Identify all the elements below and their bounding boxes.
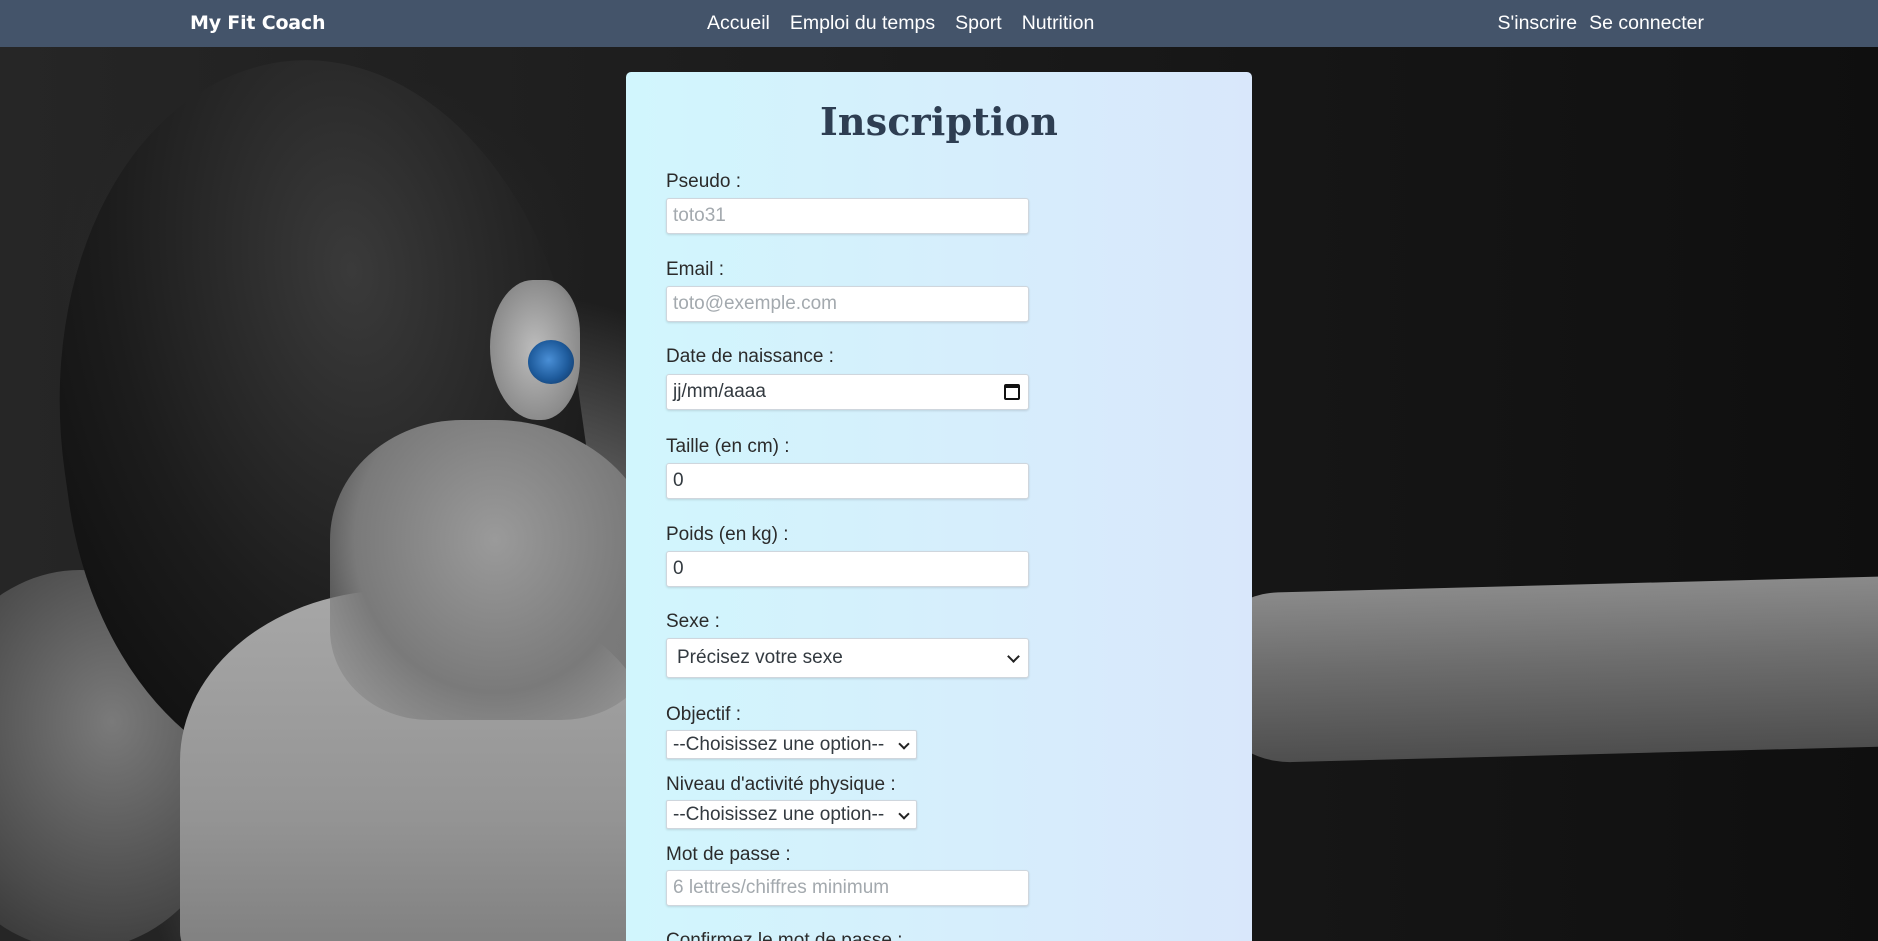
activity-selected-value: --Choisissez une option-- <box>673 804 885 825</box>
goal-label: Objectif : <box>666 704 741 725</box>
nav-link-sport[interactable]: Sport <box>955 12 1002 35</box>
pseudo-label: Pseudo : <box>666 171 741 192</box>
pseudo-placeholder: toto31 <box>673 205 726 226</box>
top-navbar: My Fit Coach Accueil Emploi du temps Spo… <box>0 0 1878 47</box>
goal-selected-value: --Choisissez une option-- <box>673 734 885 755</box>
sex-selected-value: Précisez votre sexe <box>677 647 843 668</box>
background-arm <box>1197 575 1878 765</box>
password-placeholder: 6 lettres/chiffres minimum <box>673 877 890 898</box>
nav-link-accueil[interactable]: Accueil <box>707 12 770 35</box>
background-earbud <box>528 340 574 384</box>
birthdate-label: Date de naissance : <box>666 346 834 367</box>
email-input[interactable]: toto@exemple.com <box>666 286 1029 322</box>
chevron-down-icon <box>898 737 910 750</box>
birthdate-value: jj/mm/aaaa <box>673 381 766 402</box>
chevron-down-icon <box>1007 650 1020 663</box>
auth-nav: S'inscrire Se connecter <box>1498 12 1704 35</box>
calendar-icon[interactable] <box>1004 384 1020 400</box>
height-value: 0 <box>673 470 684 491</box>
password-label: Mot de passe : <box>666 844 791 865</box>
nav-link-emploi-du-temps[interactable]: Emploi du temps <box>790 12 935 35</box>
sex-select[interactable]: Précisez votre sexe <box>666 638 1029 678</box>
signup-form-card: Inscription Pseudo : toto31 Email : toto… <box>626 72 1252 941</box>
signup-link[interactable]: S'inscrire <box>1498 12 1578 35</box>
weight-value: 0 <box>673 558 684 579</box>
goal-select[interactable]: --Choisissez une option-- <box>666 730 917 759</box>
chevron-down-icon <box>898 807 910 820</box>
height-input[interactable]: 0 <box>666 463 1029 499</box>
weight-label: Poids (en kg) : <box>666 524 789 545</box>
weight-input[interactable]: 0 <box>666 551 1029 587</box>
activity-select[interactable]: --Choisissez une option-- <box>666 800 917 829</box>
form-title: Inscription <box>819 99 1059 144</box>
main-nav: Accueil Emploi du temps Sport Nutrition <box>707 12 1094 35</box>
activity-label: Niveau d'activité physique : <box>666 774 896 795</box>
background-neck <box>330 420 660 720</box>
nav-link-nutrition[interactable]: Nutrition <box>1022 12 1095 35</box>
email-label: Email : <box>666 259 725 280</box>
login-link[interactable]: Se connecter <box>1589 12 1704 35</box>
confirm-password-label: Confirmez le mot de passe : <box>666 930 903 941</box>
birthdate-input[interactable]: jj/mm/aaaa <box>666 374 1029 410</box>
brand-logo-link[interactable]: My Fit Coach <box>190 12 326 34</box>
email-placeholder: toto@exemple.com <box>673 293 837 314</box>
sex-label: Sexe : <box>666 611 720 632</box>
password-input[interactable]: 6 lettres/chiffres minimum <box>666 870 1029 906</box>
height-label: Taille (en cm) : <box>666 436 790 457</box>
pseudo-input[interactable]: toto31 <box>666 198 1029 234</box>
